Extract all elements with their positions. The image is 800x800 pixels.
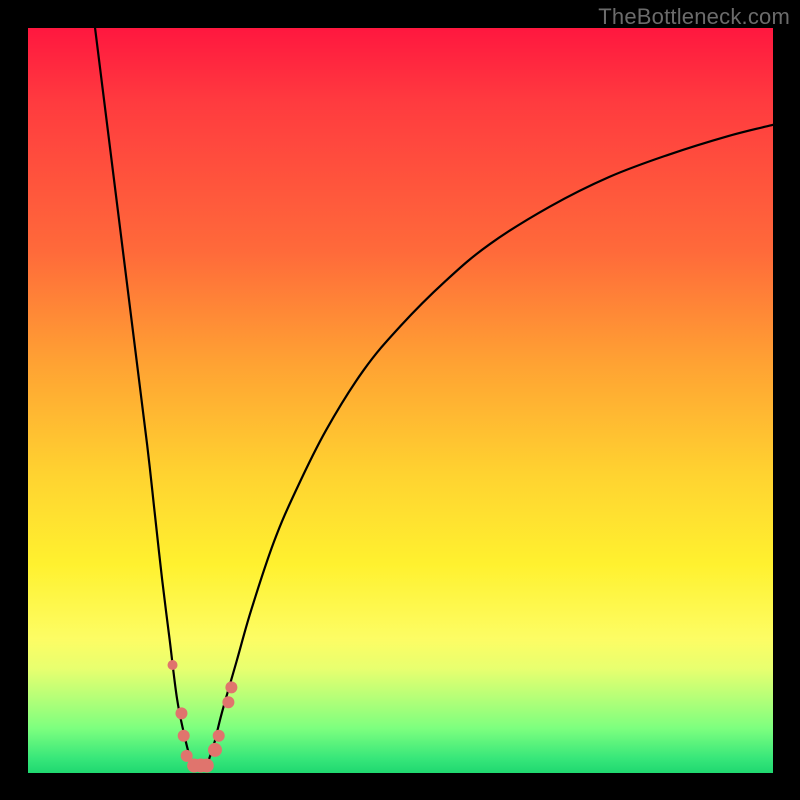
bottleneck-marker xyxy=(225,681,237,693)
bottleneck-marker xyxy=(208,743,222,757)
curve-layer xyxy=(95,28,773,766)
bottleneck-marker xyxy=(200,759,214,773)
bottleneck-marker xyxy=(175,707,187,719)
bottleneck-marker xyxy=(178,730,190,742)
bottleneck-marker xyxy=(222,696,234,708)
bottleneck-marker xyxy=(168,660,178,670)
bottleneck-marker xyxy=(213,730,225,742)
chart-frame: TheBottleneck.com xyxy=(0,0,800,800)
right-limb-path xyxy=(207,125,773,766)
bottleneck-chart xyxy=(0,0,800,800)
left-limb-path xyxy=(95,28,192,766)
marker-layer xyxy=(168,660,238,773)
